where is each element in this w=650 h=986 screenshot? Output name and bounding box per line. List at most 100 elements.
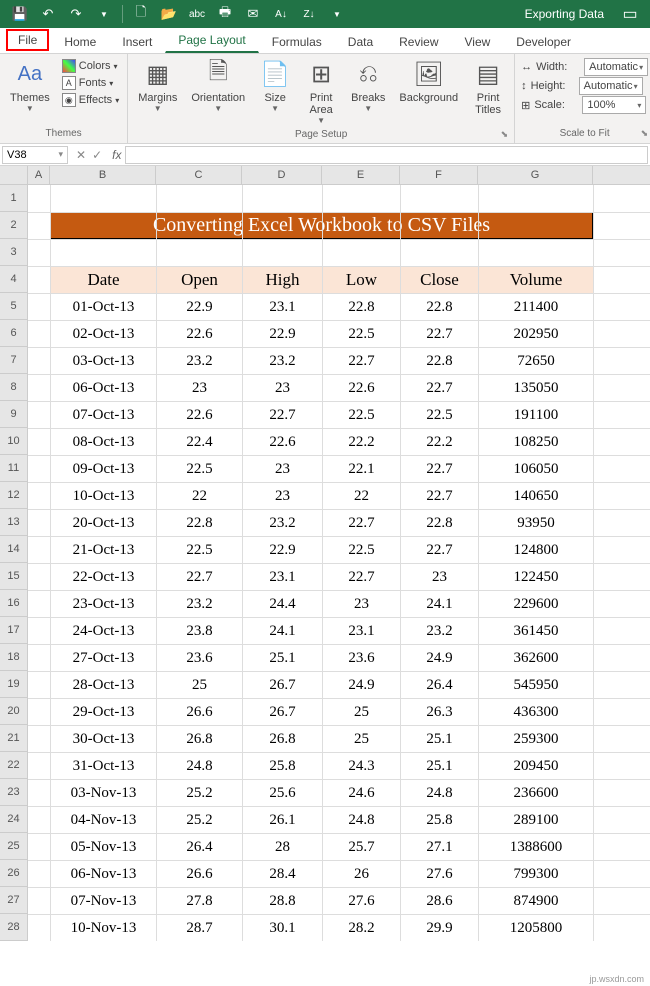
sort-asc-icon[interactable]: A↓ [269, 3, 293, 25]
table-cell[interactable]: 22.6 [323, 375, 401, 402]
row-header-9[interactable]: 9 [0, 401, 28, 428]
table-cell[interactable]: 24.8 [323, 807, 401, 834]
col-header-D[interactable]: D [242, 166, 322, 184]
col-header-A[interactable]: A [28, 166, 50, 184]
table-cell[interactable]: 23.2 [243, 348, 323, 375]
table-cell[interactable]: 122450 [479, 564, 594, 591]
row-header-19[interactable]: 19 [0, 671, 28, 698]
table-cell[interactable]: 140650 [479, 483, 594, 510]
table-cell[interactable]: 202950 [479, 321, 594, 348]
window-icon[interactable]: ▭ [610, 0, 650, 28]
row-header-10[interactable]: 10 [0, 428, 28, 455]
table-cell[interactable]: 10-Oct-13 [51, 483, 157, 510]
table-cell[interactable]: 545950 [479, 672, 594, 699]
name-box[interactable]: V38▾ [2, 146, 68, 164]
table-cell[interactable]: 24.3 [323, 753, 401, 780]
table-cell[interactable]: 1388600 [479, 834, 594, 861]
margins-button[interactable]: ▦Margins▼ [132, 56, 183, 115]
table-cell[interactable]: 22.5 [157, 537, 243, 564]
table-cell[interactable]: 22.5 [323, 321, 401, 348]
table-cell[interactable]: 22.7 [401, 375, 479, 402]
table-cell[interactable]: 23 [243, 483, 323, 510]
row-header-8[interactable]: 8 [0, 374, 28, 401]
table-cell[interactable]: 02-Oct-13 [51, 321, 157, 348]
table-cell[interactable]: 23.1 [323, 618, 401, 645]
table-cell[interactable]: 23.2 [157, 591, 243, 618]
table-cell[interactable]: 135050 [479, 375, 594, 402]
table-cell[interactable]: 29.9 [401, 915, 479, 942]
table-cell[interactable]: 22.5 [157, 456, 243, 483]
table-cell[interactable]: 28.8 [243, 888, 323, 915]
table-cell[interactable]: 26.8 [243, 726, 323, 753]
table-cell[interactable]: 27.6 [323, 888, 401, 915]
row-header-3[interactable]: 3 [0, 239, 28, 266]
table-cell[interactable]: 22.5 [323, 402, 401, 429]
tab-formulas[interactable]: Formulas [259, 30, 335, 53]
table-cell[interactable]: 26.7 [243, 699, 323, 726]
table-cell[interactable]: 799300 [479, 861, 594, 888]
table-cell[interactable]: 25.1 [401, 726, 479, 753]
table-cell[interactable]: 28-Oct-13 [51, 672, 157, 699]
table-cell[interactable]: 23 [157, 375, 243, 402]
row-header-6[interactable]: 6 [0, 320, 28, 347]
table-cell[interactable]: 24.1 [401, 591, 479, 618]
table-cell[interactable]: 30-Oct-13 [51, 726, 157, 753]
col-header-E[interactable]: E [322, 166, 400, 184]
table-cell[interactable]: 26.8 [157, 726, 243, 753]
table-cell[interactable]: 24.8 [157, 753, 243, 780]
table-cell[interactable]: 28.4 [243, 861, 323, 888]
table-cell[interactable]: 22.8 [157, 510, 243, 537]
table-cell[interactable]: 361450 [479, 618, 594, 645]
table-cell[interactable]: 25.6 [243, 780, 323, 807]
table-cell[interactable]: 10-Nov-13 [51, 915, 157, 942]
table-cell[interactable]: 22.9 [243, 537, 323, 564]
table-cell[interactable]: 22.8 [401, 294, 479, 321]
table-cell[interactable]: 22.7 [323, 564, 401, 591]
table-cell[interactable]: 29-Oct-13 [51, 699, 157, 726]
table-cell[interactable]: 27-Oct-13 [51, 645, 157, 672]
table-cell[interactable]: 108250 [479, 429, 594, 456]
table-cell[interactable]: 23-Oct-13 [51, 591, 157, 618]
tab-home[interactable]: Home [51, 30, 109, 53]
table-cell[interactable]: 23 [243, 375, 323, 402]
table-cell[interactable]: 436300 [479, 699, 594, 726]
table-cell[interactable]: 26.6 [157, 861, 243, 888]
col-header-C[interactable]: C [156, 166, 242, 184]
table-cell[interactable]: 01-Oct-13 [51, 294, 157, 321]
table-cell[interactable]: 22.1 [323, 456, 401, 483]
save-icon[interactable]: 💾 [8, 3, 32, 25]
table-cell[interactable]: 22.7 [401, 537, 479, 564]
table-cell[interactable]: 106050 [479, 456, 594, 483]
row-header-12[interactable]: 12 [0, 482, 28, 509]
confirm-icon[interactable]: ✓ [92, 148, 102, 162]
row-header-20[interactable]: 20 [0, 698, 28, 725]
table-cell[interactable]: 24.6 [323, 780, 401, 807]
table-cell[interactable]: 28 [243, 834, 323, 861]
table-cell[interactable]: 04-Nov-13 [51, 807, 157, 834]
table-cell[interactable]: 23.1 [243, 564, 323, 591]
table-cell[interactable]: 26.4 [401, 672, 479, 699]
cells-area[interactable]: Converting Excel Workbook to CSV Files D… [28, 185, 650, 941]
cancel-icon[interactable]: ✕ [76, 148, 86, 162]
row-header-2[interactable]: 2 [0, 212, 28, 239]
row-header-5[interactable]: 5 [0, 293, 28, 320]
table-cell[interactable]: 22.4 [157, 429, 243, 456]
table-cell[interactable]: 22.7 [157, 564, 243, 591]
table-cell[interactable]: 209450 [479, 753, 594, 780]
effects-option[interactable]: ◉Effects▾ [60, 92, 121, 108]
table-cell[interactable]: 28.2 [323, 915, 401, 942]
new-icon[interactable]: 🗋 [129, 3, 153, 25]
qat-dropdown2-icon[interactable]: ▼ [325, 3, 349, 25]
table-cell[interactable]: 23.2 [401, 618, 479, 645]
table-cell[interactable]: 23.1 [243, 294, 323, 321]
table-cell[interactable]: 21-Oct-13 [51, 537, 157, 564]
row-header-24[interactable]: 24 [0, 806, 28, 833]
table-cell[interactable]: 24-Oct-13 [51, 618, 157, 645]
table-cell[interactable]: 27.8 [157, 888, 243, 915]
table-cell[interactable]: 22 [323, 483, 401, 510]
table-cell[interactable]: 23.6 [323, 645, 401, 672]
row-header-7[interactable]: 7 [0, 347, 28, 374]
table-cell[interactable]: 72650 [479, 348, 594, 375]
table-cell[interactable]: 24.8 [401, 780, 479, 807]
tab-view[interactable]: View [452, 30, 504, 53]
